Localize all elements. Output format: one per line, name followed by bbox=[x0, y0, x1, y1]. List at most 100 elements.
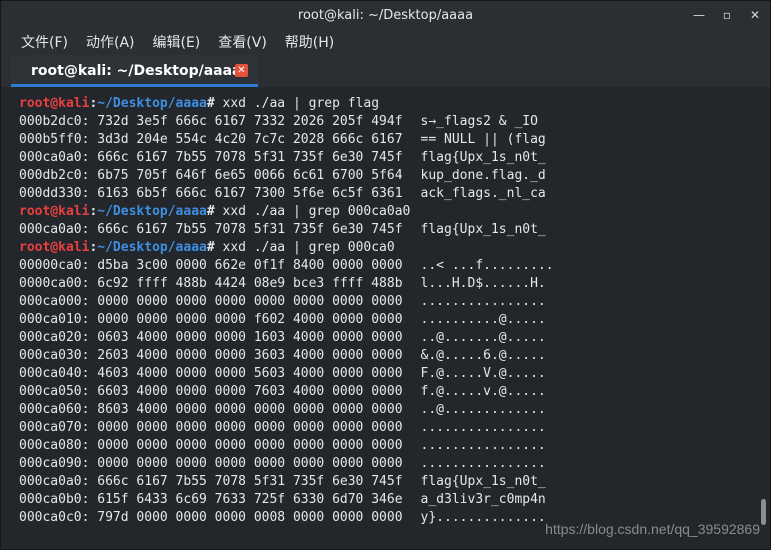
title-bar[interactable]: root@kali: ~/Desktop/aaaa — ▫ ✕ bbox=[1, 1, 770, 29]
hex-address: 000ca0a0: bbox=[19, 150, 90, 165]
hex-bytes: 0000 0000 0000 0000 0000 0000 0000 0000 bbox=[97, 438, 403, 453]
hex-ascii: a_d3liv3r_c0mp4n bbox=[420, 492, 546, 507]
hex-address: 000db2c0: bbox=[19, 168, 90, 183]
hex-ascii: ack_flags._nl_ca bbox=[420, 186, 546, 201]
hexdump-line: 000ca0a0: 666c 6167 7b55 7078 5f31 735f … bbox=[19, 149, 758, 167]
hex-ascii: y}.............. bbox=[420, 510, 546, 525]
hex-ascii: ................ bbox=[420, 438, 546, 453]
close-icon[interactable]: ✕ bbox=[748, 8, 762, 22]
menu-action[interactable]: 动作(A) bbox=[86, 32, 135, 52]
hex-address: 000ca050: bbox=[19, 384, 90, 399]
hex-ascii: F.@.....V.@..... bbox=[420, 366, 546, 381]
tab-bar: root@kali: ~/Desktop/aaaa ✕ bbox=[1, 55, 770, 88]
maximize-icon[interactable]: ▫ bbox=[720, 8, 734, 22]
hex-bytes: 6c92 ffff 488b 4424 08e9 bce3 ffff 488b bbox=[97, 276, 403, 291]
hex-bytes: 0603 4000 0000 0000 1603 4000 0000 0000 bbox=[97, 330, 403, 345]
hexdump-line: 000ca030: 2603 4000 0000 0000 3603 4000 … bbox=[19, 347, 758, 365]
hex-ascii: == NULL || (flag bbox=[420, 132, 546, 147]
scrollbar-thumb[interactable] bbox=[761, 499, 766, 525]
hex-bytes: 666c 6167 7b55 7078 5f31 735f 6e30 745f bbox=[97, 474, 403, 489]
hexdump-line: 0000ca00: 6c92 ffff 488b 4424 08e9 bce3 … bbox=[19, 275, 758, 293]
hex-bytes: 4603 4000 0000 0000 5603 4000 0000 0000 bbox=[97, 366, 403, 381]
hex-address: 000ca090: bbox=[19, 456, 90, 471]
prompt-line: root@kali:~/Desktop/aaaa# xxd ./aa | gre… bbox=[19, 203, 758, 221]
prompt-path: ~/Desktop/aaaa bbox=[97, 96, 207, 111]
watermark: https://blog.csdn.net/qq_39592869 bbox=[545, 521, 760, 537]
window-controls: — ▫ ✕ bbox=[692, 1, 762, 29]
hex-ascii: ................ bbox=[420, 420, 546, 435]
hex-address: 000ca010: bbox=[19, 312, 90, 327]
hex-address: 000ca030: bbox=[19, 348, 90, 363]
hex-address: 000ca0a0: bbox=[19, 222, 90, 237]
prompt-symbol: # bbox=[206, 204, 215, 219]
hex-bytes: 732d 3e5f 666c 6167 7332 2026 205f 494f bbox=[97, 114, 403, 129]
hex-bytes: 0000 0000 0000 0000 0000 0000 0000 0000 bbox=[97, 456, 403, 471]
terminal-output[interactable]: root@kali:~/Desktop/aaaa# xxd ./aa | gre… bbox=[1, 87, 758, 549]
command-text: xxd ./aa | grep 000ca0 bbox=[222, 240, 395, 255]
hex-address: 000ca080: bbox=[19, 438, 90, 453]
hex-address: 000ca0a0: bbox=[19, 474, 90, 489]
hexdump-line: 000ca0b0: 615f 6433 6c69 7633 725f 6330 … bbox=[19, 491, 758, 509]
tab-close-icon[interactable]: ✕ bbox=[235, 64, 248, 77]
hex-bytes: 6b75 705f 646f 6e65 0066 6c61 6700 5f64 bbox=[97, 168, 403, 183]
hexdump-line: 000ca0a0: 666c 6167 7b55 7078 5f31 735f … bbox=[19, 221, 758, 239]
hex-bytes: 2603 4000 0000 0000 3603 4000 0000 0000 bbox=[97, 348, 403, 363]
menu-file[interactable]: 文件(F) bbox=[21, 32, 68, 52]
hexdump-line: 000ca070: 0000 0000 0000 0000 0000 0000 … bbox=[19, 419, 758, 437]
hex-ascii: ..@............. bbox=[420, 402, 546, 417]
hexdump-line: 000ca090: 0000 0000 0000 0000 0000 0000 … bbox=[19, 455, 758, 473]
prompt-path: ~/Desktop/aaaa bbox=[97, 204, 207, 219]
prompt-line: root@kali:~/Desktop/aaaa# xxd ./aa | gre… bbox=[19, 239, 758, 257]
window-title: root@kali: ~/Desktop/aaaa bbox=[297, 7, 474, 23]
menu-bar: 文件(F) 动作(A) 编辑(E) 查看(V) 帮助(H) bbox=[1, 29, 770, 55]
terminal-window: root@kali: ~/Desktop/aaaa — ▫ ✕ 文件(F) 动作… bbox=[0, 0, 771, 550]
menu-view[interactable]: 查看(V) bbox=[218, 32, 267, 52]
hex-address: 000ca020: bbox=[19, 330, 90, 345]
hex-ascii: flag{Upx_1s_n0t_ bbox=[420, 150, 546, 165]
hex-address: 000dd330: bbox=[19, 186, 90, 201]
hexdump-line: 000ca000: 0000 0000 0000 0000 0000 0000 … bbox=[19, 293, 758, 311]
hex-ascii: flag{Upx_1s_n0t_ bbox=[420, 222, 546, 237]
hex-address: 000ca040: bbox=[19, 366, 90, 381]
hex-bytes: 0000 0000 0000 0000 0000 0000 0000 0000 bbox=[97, 294, 403, 309]
hex-address: 000ca070: bbox=[19, 420, 90, 435]
prompt-user: root@kali bbox=[19, 240, 90, 255]
prompt-line: root@kali:~/Desktop/aaaa# xxd ./aa | gre… bbox=[19, 95, 758, 113]
tab-label: root@kali: ~/Desktop/aaaa bbox=[31, 63, 242, 79]
hexdump-line: 000ca050: 6603 4000 0000 0000 7603 4000 … bbox=[19, 383, 758, 401]
scrollbar-track[interactable] bbox=[756, 87, 770, 549]
hex-bytes: 0000 0000 0000 0000 f602 4000 0000 0000 bbox=[97, 312, 403, 327]
prompt-symbol: # bbox=[206, 240, 215, 255]
prompt-symbol: # bbox=[206, 96, 215, 111]
hexdump-line: 000b2dc0: 732d 3e5f 666c 6167 7332 2026 … bbox=[19, 113, 758, 131]
hex-address: 000ca000: bbox=[19, 294, 90, 309]
hex-address: 000ca0b0: bbox=[19, 492, 90, 507]
hex-ascii: ..@.......@..... bbox=[420, 330, 546, 345]
minimize-icon[interactable]: — bbox=[692, 8, 706, 22]
prompt-path: ~/Desktop/aaaa bbox=[97, 240, 207, 255]
hex-address: 0000ca00: bbox=[19, 276, 90, 291]
hex-bytes: 666c 6167 7b55 7078 5f31 735f 6e30 745f bbox=[97, 150, 403, 165]
hex-bytes: 3d3d 204e 554c 4c20 7c7c 2028 666c 6167 bbox=[97, 132, 403, 147]
hexdump-line: 00000ca0: d5ba 3c00 0000 662e 0f1f 8400 … bbox=[19, 257, 758, 275]
hex-bytes: 6163 6b5f 666c 6167 7300 5f6e 6c5f 6361 bbox=[97, 186, 403, 201]
hex-ascii: ................ bbox=[420, 294, 546, 309]
tab-terminal[interactable]: root@kali: ~/Desktop/aaaa ✕ bbox=[11, 55, 258, 87]
hex-ascii: &.@.....6.@..... bbox=[420, 348, 546, 363]
hex-ascii: ..........@..... bbox=[420, 312, 546, 327]
hex-bytes: 615f 6433 6c69 7633 725f 6330 6d70 346e bbox=[97, 492, 403, 507]
hexdump-line: 000db2c0: 6b75 705f 646f 6e65 0066 6c61 … bbox=[19, 167, 758, 185]
prompt-user: root@kali bbox=[19, 204, 90, 219]
hex-ascii: flag{Upx_1s_n0t_ bbox=[420, 474, 546, 489]
menu-edit[interactable]: 编辑(E) bbox=[153, 32, 201, 52]
hex-ascii: s→_flags2 & _IO bbox=[420, 114, 538, 129]
hexdump-line: 000b5ff0: 3d3d 204e 554c 4c20 7c7c 2028 … bbox=[19, 131, 758, 149]
hex-address: 000ca0c0: bbox=[19, 510, 90, 525]
prompt-user: root@kali bbox=[19, 96, 90, 111]
hex-bytes: 666c 6167 7b55 7078 5f31 735f 6e30 745f bbox=[97, 222, 403, 237]
hexdump-line: 000ca010: 0000 0000 0000 0000 f602 4000 … bbox=[19, 311, 758, 329]
menu-help[interactable]: 帮助(H) bbox=[285, 32, 334, 52]
hexdump-line: 000ca0a0: 666c 6167 7b55 7078 5f31 735f … bbox=[19, 473, 758, 491]
hex-bytes: 8603 4000 0000 0000 0000 0000 0000 0000 bbox=[97, 402, 403, 417]
hex-bytes: d5ba 3c00 0000 662e 0f1f 8400 0000 0000 bbox=[97, 258, 403, 273]
